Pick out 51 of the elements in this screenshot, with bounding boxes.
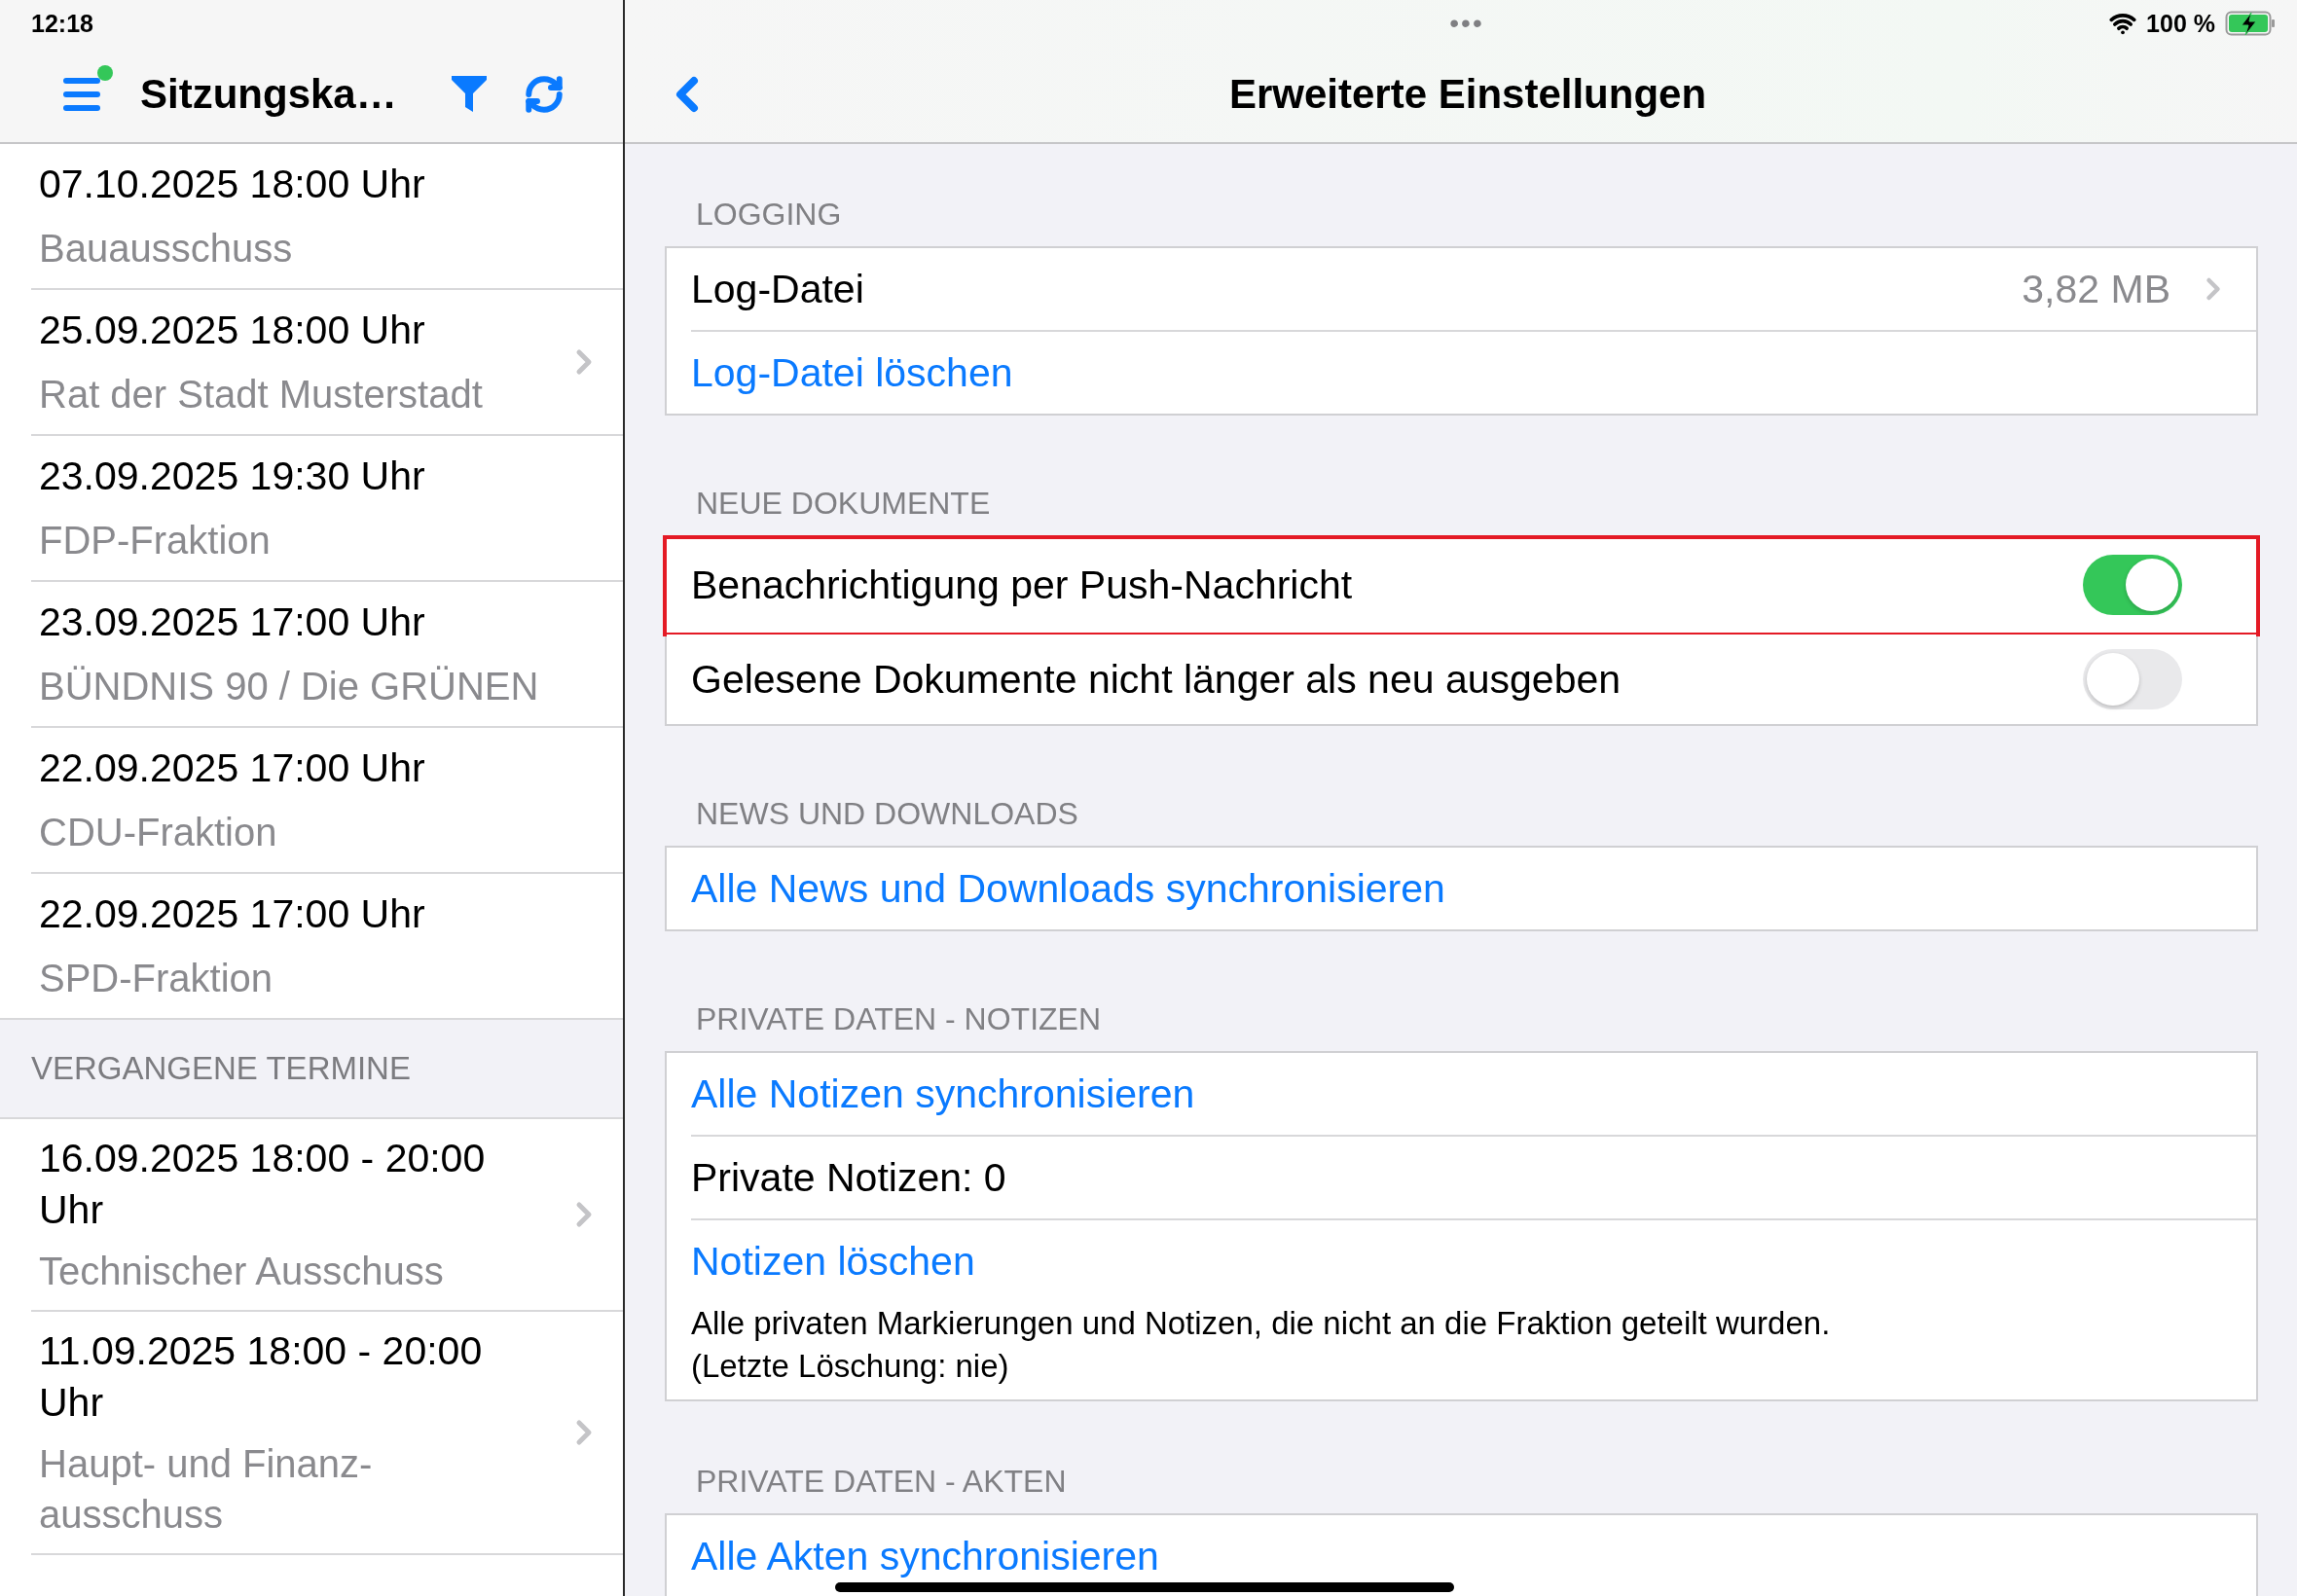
meeting-date: 23.09.2025 19:30 Uhr: [39, 453, 426, 500]
section-title: VERGANGENE TERMINE: [31, 1050, 411, 1087]
action-link[interactable]: Alle Notizen synchronisieren: [691, 1070, 1195, 1117]
setting-label: Private Notizen: 0: [691, 1154, 1007, 1201]
meeting-row[interactable]: 22.09.2025 17:00 Uhr CDU-Fraktion: [31, 728, 623, 874]
meeting-name: Bauausschuss: [39, 226, 294, 272]
meeting-name: Technischer Ausschuss: [39, 1249, 445, 1294]
meeting-row[interactable]: 22.09.2025 17:00 Uhr SPD-Fraktion: [31, 874, 623, 1018]
meeting-date: 23.09.2025 17:00 Uhr: [39, 598, 426, 646]
meeting-row[interactable]: 23.09.2025 19:30 Uhr FDP-Fraktion: [31, 436, 623, 582]
action-link[interactable]: Alle News und Downloads synchronisieren: [691, 865, 1445, 912]
meeting-name: BÜNDNIS 90 / Die GRÜNEN: [39, 664, 540, 709]
meeting-name: Haupt- und Finanz-ausschuss: [39, 1441, 374, 1538]
meeting-date: 25.09.2025 18:00 Uhr: [39, 307, 426, 354]
section-title: PRIVATE DATEN - AKTEN: [695, 1464, 1068, 1501]
meeting-date: 22.09.2025 17:00 Uhr: [39, 890, 426, 938]
meeting-date: 11.09.2025 18:00 - 20:00 Uhr: [39, 1327, 484, 1427]
meeting-row[interactable]: 11.09.2025 18:00 - 20:00 Uhr Haupt- und Finanz-ausschuss: [31, 1312, 623, 1555]
battery-charging-icon: [2225, 11, 2278, 36]
setting-description: Alle privaten Markierungen und Notizen, die nicht an die Fraktion geteilt wurden. (Letzte Löschung: nie): [691, 1304, 1832, 1386]
section-title: NEUE DOKUMENTE: [695, 486, 992, 523]
setting-label: Gelesene Dokumente nicht länger als neu ausgeben: [691, 656, 1622, 703]
filter-button[interactable]: [450, 74, 489, 115]
page-title: Erweiterte Einstellungen: [1227, 71, 1708, 118]
action-link[interactable]: Log-Datei löschen: [691, 349, 1013, 396]
meeting-row[interactable]: 25.09.2025 18:00 Uhr Rat der Stadt Musterstadt: [31, 290, 623, 436]
filter-icon: [450, 74, 489, 115]
setting-label: Log-Datei: [691, 266, 865, 312]
refresh-icon: [524, 74, 565, 115]
meeting-row[interactable]: 16.09.2025 18:00 - 20:00 Uhr Technischer Ausschuss: [31, 1119, 623, 1312]
meeting-date: 16.09.2025 18:00 - 20:00 Uhr: [39, 1135, 487, 1234]
sidebar-title: Sitzungska…: [140, 71, 398, 118]
meeting-name: Rat der Stadt Musterstadt: [39, 372, 484, 417]
section-title: PRIVATE DATEN - NOTIZEN: [695, 1001, 1102, 1038]
battery-percent: 100 %: [2146, 9, 2215, 38]
meeting-date: 07.10.2025 18:00 Uhr: [39, 161, 426, 208]
meeting-name: SPD-Fraktion: [39, 956, 274, 1001]
section-title: LOGGING: [695, 197, 843, 234]
meeting-date: 22.09.2025 17:00 Uhr: [39, 744, 426, 792]
meeting-row[interactable]: 23.09.2025 17:00 Uhr BÜNDNIS 90 / Die GRÜNEN: [31, 582, 623, 728]
meeting-name: CDU-Fraktion: [39, 810, 278, 855]
refresh-button[interactable]: [524, 74, 565, 115]
meeting-row[interactable]: 07.10.2025 18:00 Uhr Bauausschuss: [31, 144, 623, 290]
meeting-name: FDP-Fraktion: [39, 518, 272, 563]
action-link[interactable]: Notizen löschen: [691, 1238, 975, 1285]
status-time: 12:18: [31, 9, 93, 38]
section-title: NEWS UND DOWNLOADS: [695, 796, 1079, 833]
action-link[interactable]: Alle Akten synchronisieren: [691, 1533, 1159, 1579]
setting-label: Benachrichtigung per Push-Nachricht: [691, 562, 1354, 608]
multitasking-dots[interactable]: •••: [1449, 10, 1484, 37]
setting-value: 3,82 MB: [2022, 266, 2170, 312]
